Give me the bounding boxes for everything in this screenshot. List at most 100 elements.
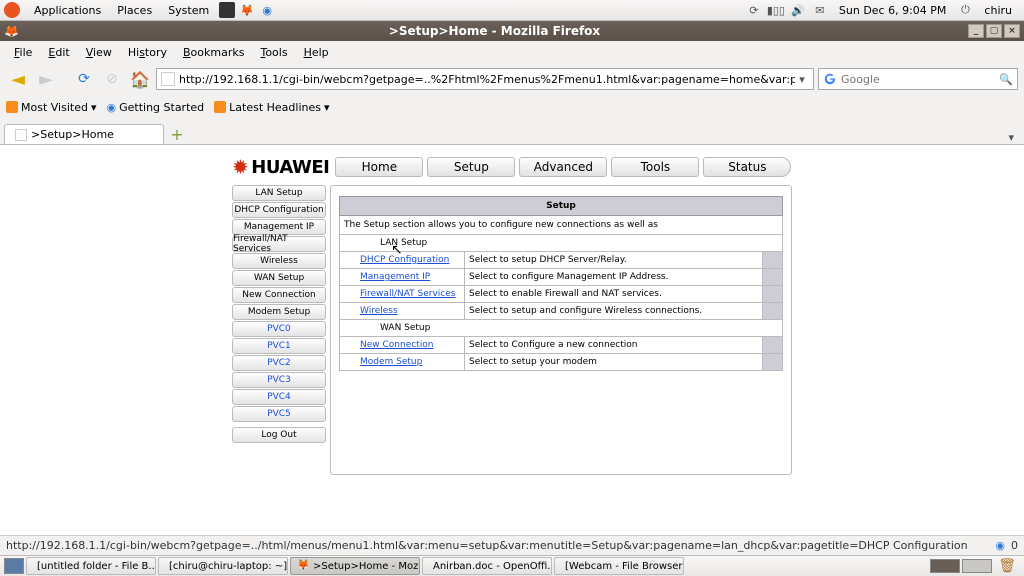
help-menu[interactable]: Help	[296, 46, 337, 59]
tab-list-dropdown-icon[interactable]: ▾	[1002, 131, 1020, 144]
edit-menu[interactable]: Edit	[40, 46, 77, 59]
ubuntu-logo-icon[interactable]	[4, 2, 20, 18]
status-text: http://192.168.1.1/cgi-bin/webcm?getpage…	[6, 539, 968, 552]
url-input[interactable]	[179, 73, 795, 86]
task-file-browser[interactable]: [untitled folder - File B...	[26, 557, 156, 575]
page-icon: ◉	[106, 101, 116, 114]
history-menu[interactable]: History	[120, 46, 175, 59]
side-modem[interactable]: Modem Setup	[232, 304, 326, 320]
volume-icon[interactable]: 🔊	[789, 2, 807, 18]
workspace-switcher-2[interactable]	[962, 559, 992, 573]
close-button[interactable]: ×	[1004, 24, 1020, 38]
link-fw[interactable]: Firewall/NAT Services	[360, 289, 455, 299]
url-dropdown-icon[interactable]: ▾	[795, 73, 809, 86]
minimize-button[interactable]: _	[968, 24, 984, 38]
view-menu[interactable]: View	[78, 46, 120, 59]
side-pvc0[interactable]: PVC0	[232, 321, 326, 337]
router-ui: ✹HUAWEI Home Setup Advanced Tools Status…	[232, 155, 792, 535]
task-openoffice[interactable]: Anirban.doc - OpenOffi...	[422, 557, 552, 575]
url-bar[interactable]: ▾	[156, 68, 814, 90]
getting-started-bookmark[interactable]: ◉Getting Started	[106, 101, 204, 114]
side-logout[interactable]: Log Out	[232, 427, 326, 443]
router-sidebar: LAN Setup DHCP Configuration Management …	[232, 185, 326, 475]
workspace-switcher-1[interactable]	[930, 559, 960, 573]
search-submit-icon[interactable]: 🔍	[999, 73, 1013, 86]
latest-headlines-bookmark[interactable]: Latest Headlines▾	[214, 101, 329, 114]
zoom-icon[interactable]: ◉	[995, 539, 1005, 552]
new-tab-button[interactable]: +	[166, 124, 188, 144]
desc-wireless: Select to setup and configure Wireless c…	[465, 303, 763, 320]
tools-menu[interactable]: Tools	[252, 46, 295, 59]
setup-table: Setup The Setup section allows you to co…	[339, 196, 783, 371]
notification-count[interactable]: 0	[1011, 539, 1018, 552]
firefox-menubar: File Edit View History Bookmarks Tools H…	[0, 41, 1024, 63]
nav-setup[interactable]: Setup	[427, 157, 515, 177]
firefox-icon: 🦊	[4, 24, 19, 38]
help-launcher-icon[interactable]: ◉	[259, 2, 275, 18]
nav-status[interactable]: Status	[703, 157, 791, 177]
applications-menu[interactable]: Applications	[26, 4, 109, 17]
desc-modem: Select to setup your modem	[465, 354, 763, 371]
section-wan: WAN Setup	[340, 320, 783, 337]
firefox-launcher-icon[interactable]: 🦊	[239, 2, 255, 18]
most-visited-bookmark[interactable]: Most Visited▾	[6, 101, 96, 114]
side-pvc3[interactable]: PVC3	[232, 372, 326, 388]
side-pvc5[interactable]: PVC5	[232, 406, 326, 422]
reload-button[interactable]: ⟳	[72, 67, 96, 91]
link-mgmt[interactable]: Management IP	[360, 272, 430, 282]
side-dhcp[interactable]: DHCP Configuration	[232, 202, 326, 218]
system-menu[interactable]: System	[160, 4, 217, 17]
task-firefox[interactable]: 🦊>Setup>Home - Mozil...	[290, 557, 420, 575]
search-box[interactable]: 🔍	[818, 68, 1018, 90]
places-menu[interactable]: Places	[109, 4, 160, 17]
rss-icon	[214, 101, 226, 113]
file-menu[interactable]: File	[6, 46, 40, 59]
side-wan-setup[interactable]: WAN Setup	[232, 270, 326, 286]
side-wireless[interactable]: Wireless	[232, 253, 326, 269]
stop-button: ⊘	[100, 67, 124, 91]
side-new-conn[interactable]: New Connection	[232, 287, 326, 303]
nav-tools[interactable]: Tools	[611, 157, 699, 177]
row-mgmt: Management IPSelect to configure Managem…	[340, 269, 783, 286]
maximize-button[interactable]: ▢	[986, 24, 1002, 38]
network-signal-icon[interactable]: ▮▯▯	[767, 2, 785, 18]
home-button[interactable]: 🏠	[128, 67, 152, 91]
side-pvc2[interactable]: PVC2	[232, 355, 326, 371]
link-modem[interactable]: Modem Setup	[360, 357, 422, 367]
mail-icon[interactable]: ✉	[811, 2, 829, 18]
google-icon	[823, 72, 837, 86]
search-input[interactable]	[841, 73, 999, 86]
side-pvc1[interactable]: PVC1	[232, 338, 326, 354]
power-icon[interactable]: ⏻	[956, 2, 974, 18]
show-desktop-button[interactable]	[4, 558, 24, 574]
tab-setup-home[interactable]: >Setup>Home	[4, 124, 164, 144]
user-menu[interactable]: chiru	[976, 4, 1020, 17]
link-newconn[interactable]: New Connection	[360, 340, 433, 350]
nav-home[interactable]: Home	[335, 157, 423, 177]
link-wireless[interactable]: Wireless	[360, 306, 398, 316]
clock[interactable]: Sun Dec 6, 9:04 PM	[831, 4, 955, 17]
side-mgmt-ip[interactable]: Management IP	[232, 219, 326, 235]
router-content: Setup The Setup section allows you to co…	[330, 185, 792, 475]
task-terminal[interactable]: [chiru@chiru-laptop: ~]	[158, 557, 288, 575]
update-icon[interactable]: ⟳	[745, 2, 763, 18]
trash-icon[interactable]: 🗑	[998, 558, 1016, 574]
tab-favicon-icon	[15, 129, 27, 141]
bookmarks-toolbar: Most Visited▾ ◉Getting Started Latest He…	[0, 95, 1024, 119]
link-dhcp[interactable]: DHCP Configuration	[360, 255, 449, 265]
section-lan: LAN Setup	[340, 235, 783, 252]
mouse-cursor-icon: ↖	[391, 242, 403, 258]
back-button[interactable]: ◄	[6, 67, 30, 91]
row-modem: Modem Setup Select to setup your modem	[340, 354, 783, 371]
status-bar: http://192.168.1.1/cgi-bin/webcm?getpage…	[0, 535, 1024, 555]
side-lan-setup[interactable]: LAN Setup	[232, 185, 326, 201]
bookmarks-menu[interactable]: Bookmarks	[175, 46, 252, 59]
desc-fw: Select to enable Firewall and NAT servic…	[465, 286, 763, 303]
task-webcam[interactable]: [Webcam - File Browser]	[554, 557, 684, 575]
nav-advanced[interactable]: Advanced	[519, 157, 607, 177]
chevron-down-icon: ▾	[91, 101, 97, 114]
huawei-flower-icon: ✹	[232, 155, 248, 179]
terminal-launcher-icon[interactable]	[219, 2, 235, 18]
side-pvc4[interactable]: PVC4	[232, 389, 326, 405]
side-firewall[interactable]: Firewall/NAT Services	[232, 236, 326, 252]
